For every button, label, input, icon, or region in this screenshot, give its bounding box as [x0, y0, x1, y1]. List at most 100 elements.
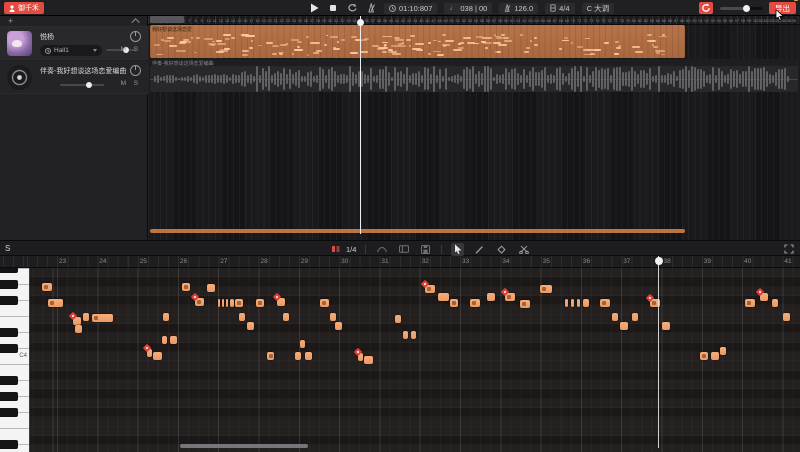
midi-note[interactable]	[239, 313, 245, 321]
midi-note[interactable]	[163, 313, 169, 321]
midi-note[interactable]	[583, 299, 589, 307]
midi-note[interactable]	[403, 331, 408, 339]
midi-note[interactable]	[760, 293, 768, 301]
midi-note[interactable]	[207, 284, 215, 292]
midi-note[interactable]	[283, 313, 289, 321]
pan-knob[interactable]	[130, 65, 141, 76]
midi-note[interactable]	[75, 325, 82, 333]
piano-roll-scrollbar[interactable]	[180, 444, 308, 448]
midi-note[interactable]	[295, 352, 301, 360]
scissors-tool[interactable]	[517, 243, 530, 256]
midi-note[interactable]	[147, 349, 152, 357]
piano-key-black[interactable]	[0, 344, 18, 353]
midi-note[interactable]	[565, 299, 568, 307]
midi-note[interactable]	[247, 322, 254, 330]
audio-clip[interactable]: 伴奏-我好想谈这场恋爱编曲	[150, 59, 798, 92]
loop-region[interactable]	[150, 16, 184, 23]
piano-roll-ruler[interactable]: 23242526272829303132333435363738394041	[0, 256, 800, 268]
expand-icon[interactable]	[784, 244, 794, 254]
midi-note[interactable]	[330, 313, 336, 321]
midi-note[interactable]	[358, 353, 363, 361]
piano-key-black[interactable]	[0, 280, 18, 289]
time-signature-display[interactable]: 4/4	[545, 3, 574, 14]
piano-key-black[interactable]	[0, 328, 18, 337]
beat-display[interactable]: ♩ 038 | 00	[444, 3, 492, 14]
midi-note[interactable]	[195, 298, 204, 306]
midi-note[interactable]	[395, 315, 401, 323]
note-grid[interactable]	[30, 268, 800, 452]
midi-note[interactable]	[505, 293, 515, 301]
midi-note[interactable]	[711, 352, 719, 360]
playhead[interactable]	[360, 16, 361, 234]
save-button[interactable]	[419, 243, 432, 256]
midi-note[interactable]	[92, 314, 113, 322]
track-vocal[interactable]: 悦杨 Hall1 M S	[0, 27, 148, 60]
reverb-select[interactable]: Hall1	[40, 45, 102, 56]
midi-note[interactable]	[305, 352, 312, 360]
midi-note[interactable]	[700, 352, 708, 360]
piano-key-black[interactable]	[0, 440, 18, 449]
midi-note[interactable]	[300, 340, 305, 348]
midi-note[interactable]	[335, 322, 342, 330]
track-accompaniment[interactable]: 伴奏-我好想谈这场恋爱编曲 M S	[0, 61, 148, 94]
solo-button[interactable]: S	[134, 46, 138, 53]
pointer-tool[interactable]	[451, 243, 464, 256]
midi-note[interactable]	[256, 299, 264, 307]
midi-note[interactable]	[662, 322, 670, 330]
midi-note[interactable]	[83, 313, 89, 321]
midi-note[interactable]	[540, 285, 552, 293]
midi-note[interactable]	[320, 299, 329, 307]
midi-note[interactable]	[48, 299, 63, 307]
midi-note[interactable]	[73, 317, 81, 325]
collapse-icon[interactable]	[131, 18, 139, 26]
piano-key-black[interactable]	[0, 296, 18, 305]
params-button[interactable]	[397, 243, 410, 256]
midi-note[interactable]	[364, 356, 373, 364]
master-volume-slider[interactable]	[720, 2, 762, 14]
piano-key-black[interactable]	[0, 376, 18, 385]
midi-note[interactable]	[720, 347, 726, 355]
eraser-tool[interactable]	[495, 243, 508, 256]
piano-key-black[interactable]	[0, 408, 18, 417]
singer-button[interactable]: 御千禾	[4, 2, 44, 14]
playhead-handle[interactable]	[655, 257, 663, 265]
midi-note[interactable]	[235, 299, 243, 307]
pencil-tool[interactable]	[473, 243, 486, 256]
piano-key-black[interactable]	[0, 392, 18, 401]
time-display[interactable]: 01:10:807	[384, 3, 437, 14]
midi-note[interactable]	[182, 283, 190, 291]
pitch-curve-button[interactable]	[375, 243, 388, 256]
track-volume-slider[interactable]	[60, 83, 104, 87]
midi-note[interactable]	[571, 299, 574, 307]
volume-thumb[interactable]	[743, 5, 750, 12]
midi-note[interactable]	[222, 299, 224, 307]
track-volume-slider[interactable]	[106, 48, 150, 52]
arrange-area[interactable]: 1234567891011121314151617181920212223242…	[148, 16, 800, 240]
midi-note[interactable]	[772, 299, 778, 307]
midi-note[interactable]	[745, 299, 755, 307]
midi-note[interactable]	[577, 299, 580, 307]
midi-note[interactable]	[783, 313, 790, 321]
bpm-display[interactable]: 126.0	[499, 3, 538, 14]
solo-button[interactable]: S	[134, 80, 138, 87]
midi-note[interactable]	[450, 299, 458, 307]
midi-note[interactable]	[470, 299, 480, 307]
arrange-scrollbar[interactable]	[150, 229, 685, 233]
pan-knob[interactable]	[130, 31, 141, 42]
midi-note[interactable]	[600, 299, 610, 307]
render-button[interactable]	[699, 2, 713, 14]
midi-note[interactable]	[425, 285, 435, 293]
mute-button[interactable]: M	[121, 46, 126, 53]
playhead-handle[interactable]	[357, 19, 364, 26]
midi-note[interactable]	[226, 299, 228, 307]
midi-note[interactable]	[411, 331, 416, 339]
midi-note[interactable]	[632, 313, 638, 321]
stop-button[interactable]	[327, 2, 339, 14]
timeline-ruler[interactable]: 1234567891011121314151617181920212223242…	[148, 16, 800, 25]
midi-note[interactable]	[277, 298, 285, 306]
metronome-button[interactable]	[365, 2, 377, 14]
midi-note[interactable]	[162, 336, 167, 344]
key-display[interactable]: C 大调	[582, 3, 615, 14]
volume-thumb[interactable]	[86, 82, 92, 88]
snap-setting[interactable]: 1/4	[332, 245, 356, 254]
